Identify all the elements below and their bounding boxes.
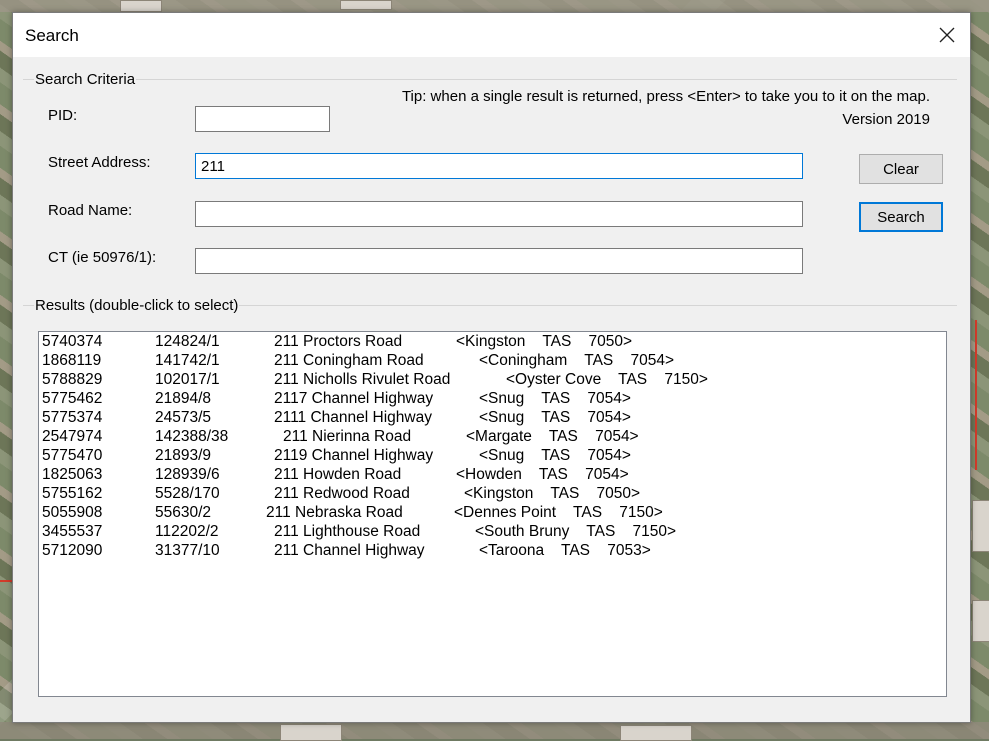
result-address: 211 Nierinna Road <box>283 428 412 445</box>
result-row[interactable]: 1825063 128939/6 211 Howden Road <Howden TA… <box>39 465 946 484</box>
pid-label: PID: <box>48 107 78 124</box>
result-row[interactable]: 1868119 141742/1 211 Coningham Road <Coning… <box>39 351 946 370</box>
result-address: 2119 Channel Highway <box>274 447 434 464</box>
map-boundary-line <box>975 320 977 470</box>
result-pid: 5788829 <box>42 371 103 388</box>
result-pid: 1868119 <box>42 352 102 369</box>
ct-input[interactable] <box>195 248 803 274</box>
result-address: 211 Howden Road <box>274 466 402 483</box>
result-pid: 2547974 <box>42 428 103 445</box>
result-address: 211 Coningham Road <box>274 352 424 369</box>
result-row[interactable]: 5740374 124824/1 211 Proctors Road <Kingsto… <box>39 332 946 351</box>
result-address: 2111 Channel Highway <box>274 409 432 426</box>
map-building <box>972 500 989 552</box>
result-locality: <Snug TAS 7054> <box>479 447 631 464</box>
result-row[interactable]: 5775374 24573/5 2111 Channel Highway <Snug … <box>39 408 946 427</box>
tip-text: Tip: when a single result is returned, p… <box>401 88 930 105</box>
result-ct: 55630/2 <box>155 504 212 521</box>
result-row[interactable]: 5775470 21893/9 2119 Channel Highway <Snug … <box>39 446 946 465</box>
result-address: 211 Channel Highway <box>274 542 425 559</box>
result-ct: 141742/1 <box>155 352 220 369</box>
window-title: Search <box>25 26 79 45</box>
result-ct: 5528/170 <box>155 485 220 502</box>
search-button[interactable]: Search <box>859 202 943 232</box>
result-ct: 31377/10 <box>155 542 220 559</box>
result-address: 211 Lighthouse Road <box>274 523 421 540</box>
ct-label: CT (ie 50976/1): <box>48 249 157 266</box>
result-ct: 112202/2 <box>155 523 219 540</box>
map-boundary-line <box>0 580 12 582</box>
result-row[interactable]: 2547974 142388/38 211 Nierinna Road <Margat… <box>39 427 946 446</box>
result-pid: 5755162 <box>42 485 103 502</box>
result-locality: <Howden TAS 7054> <box>456 466 629 483</box>
result-ct: 142388/38 <box>155 428 229 445</box>
result-locality: <Snug TAS 7054> <box>479 390 631 407</box>
result-locality: <Kingston TAS 7050> <box>464 485 641 502</box>
result-address: 211 Nebraska Road <box>266 504 403 521</box>
result-ct: 102017/1 <box>155 371 220 388</box>
result-locality: <South Bruny TAS 7150> <box>475 523 677 540</box>
result-pid: 1825063 <box>42 466 103 483</box>
search-dialog: Search Search Criteria Tip: when a singl… <box>12 12 971 723</box>
map-building <box>280 724 342 741</box>
map-building <box>340 0 392 10</box>
result-row[interactable]: 3455537 112202/2 211 Lighthouse Road <South… <box>39 522 946 541</box>
close-icon <box>939 27 955 43</box>
results-listbox[interactable]: 5740374 124824/1 211 Proctors Road <Kingsto… <box>38 331 947 697</box>
result-locality: <Coningham TAS 7054> <box>479 352 675 369</box>
result-row[interactable]: 5712090 31377/10 211 Channel Highway <Taroo… <box>39 541 946 560</box>
clear-button[interactable]: Clear <box>859 154 943 184</box>
result-row[interactable]: 5775462 21894/8 2117 Channel Highway <Snug … <box>39 389 946 408</box>
result-row[interactable]: 5055908 55630/2 211 Nebraska Road <Dennes P… <box>39 503 946 522</box>
result-ct: 128939/6 <box>155 466 220 483</box>
street-address-label: Street Address: <box>48 154 151 171</box>
result-ct: 124824/1 <box>155 333 220 350</box>
result-pid: 5740374 <box>42 333 103 350</box>
map-building <box>972 600 989 642</box>
results-label: Results (double-click to select) <box>34 297 240 314</box>
result-row[interactable]: 5788829 102017/1 211 Nicholls Rivulet Road… <box>39 370 946 389</box>
title-bar: Search <box>13 13 970 57</box>
map-road <box>0 722 989 739</box>
pid-input[interactable] <box>195 106 330 132</box>
result-locality: <Oyster Cove TAS 7150> <box>506 371 708 388</box>
result-address: 2117 Channel Highway <box>274 390 434 407</box>
result-ct: 21894/8 <box>155 390 212 407</box>
result-pid: 5775374 <box>42 409 103 426</box>
result-ct: 24573/5 <box>155 409 212 426</box>
road-name-label: Road Name: <box>48 202 133 219</box>
result-row[interactable]: 5755162 5528/170 211 Redwood Road <Kingston… <box>39 484 946 503</box>
result-locality: <Dennes Point TAS 7150> <box>454 504 663 521</box>
result-address: 211 Nicholls Rivulet Road <box>274 371 451 388</box>
result-locality: <Taroona TAS 7053> <box>479 542 651 559</box>
result-pid: 3455537 <box>42 523 103 540</box>
map-building <box>120 0 162 12</box>
result-locality: <Margate TAS 7054> <box>466 428 639 445</box>
result-locality: <Kingston TAS 7050> <box>456 333 633 350</box>
close-button[interactable] <box>924 13 970 57</box>
search-criteria-label: Search Criteria <box>34 71 137 88</box>
result-address: 211 Redwood Road <box>274 485 410 502</box>
version-text: Version 2019 <box>842 111 930 128</box>
result-locality: <Snug TAS 7054> <box>479 409 631 426</box>
result-pid: 5775470 <box>42 447 103 464</box>
result-pid: 5712090 <box>42 542 103 559</box>
result-ct: 21893/9 <box>155 447 212 464</box>
result-pid: 5775462 <box>42 390 103 407</box>
result-pid: 5055908 <box>42 504 103 521</box>
street-address-input[interactable] <box>195 153 803 179</box>
road-name-input[interactable] <box>195 201 803 227</box>
result-address: 211 Proctors Road <box>274 333 403 350</box>
